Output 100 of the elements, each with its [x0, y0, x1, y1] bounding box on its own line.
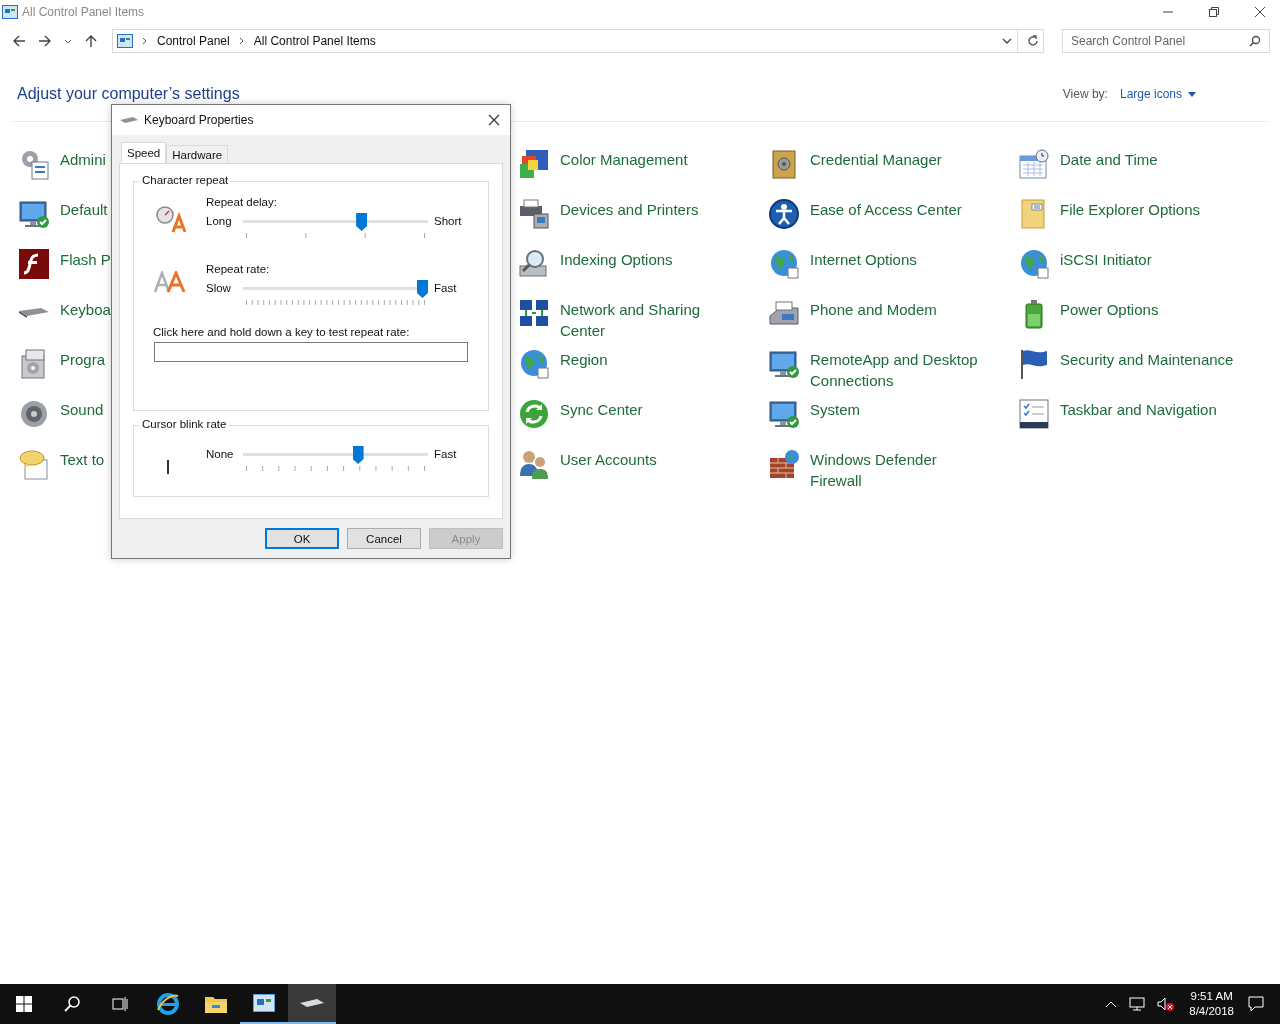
- slider-min-label: Long: [206, 215, 233, 227]
- control-panel-link[interactable]: Flash P: [60, 249, 111, 270]
- group-title: Cursor blink rate: [140, 418, 229, 430]
- control-panel-link[interactable]: Region: [560, 349, 608, 370]
- slider-thumb[interactable]: [356, 213, 368, 231]
- control-panel-icon: [2, 5, 18, 19]
- slider-thumb[interactable]: [352, 446, 364, 464]
- address-bar[interactable]: Control Panel All Control Panel Items: [112, 29, 1044, 53]
- dialog-button[interactable]: Cancel: [347, 528, 421, 549]
- font-icon: [154, 271, 186, 293]
- globe-icon: [1018, 248, 1050, 280]
- repeat-delay-slider[interactable]: [243, 215, 428, 241]
- caret-icon: [1188, 91, 1196, 97]
- refresh-icon[interactable]: [1027, 35, 1039, 47]
- color-squares-icon: [518, 148, 550, 180]
- view-by-label: View by:: [1062, 87, 1108, 101]
- globe-icon: [518, 348, 550, 380]
- control-panel-link[interactable]: Date and Time: [1060, 149, 1158, 170]
- cursor-blink-slider[interactable]: [243, 448, 428, 474]
- magnifier-icon: [518, 248, 550, 280]
- sync-icon: [518, 398, 550, 430]
- control-panel-link[interactable]: Admini: [60, 149, 106, 170]
- control-panel-link[interactable]: System: [810, 399, 860, 420]
- browser-e-icon: [156, 992, 180, 1016]
- group-title: Character repeat: [140, 174, 231, 186]
- dialog-title: Keyboard Properties: [144, 113, 254, 127]
- search-icon: [1249, 35, 1261, 47]
- control-panel-link[interactable]: File Explorer Options: [1060, 199, 1201, 220]
- back-arrow-icon[interactable]: [12, 34, 26, 48]
- breadcrumb[interactable]: All Control Panel Items: [253, 34, 376, 48]
- control-panel-link[interactable]: Default: [60, 199, 108, 220]
- monitor-icon: [18, 198, 50, 230]
- control-panel-link[interactable]: Keyboa: [60, 299, 111, 320]
- chevron-down-icon[interactable]: [1002, 37, 1012, 45]
- taskbar-clock[interactable]: 9:51 AM 8/4/2018: [1189, 989, 1234, 1019]
- control-panel-link[interactable]: Sync Center: [560, 399, 643, 420]
- control-panel-link[interactable]: Network and Sharing Center: [560, 299, 740, 341]
- clock-date: 8/4/2018: [1189, 1004, 1234, 1019]
- control-panel-link[interactable]: Sound: [60, 399, 104, 420]
- accessibility-icon: [768, 198, 800, 230]
- close-icon[interactable]: [1254, 6, 1266, 18]
- control-panel-icon: [117, 34, 133, 48]
- control-panel-link[interactable]: Power Options: [1060, 299, 1159, 320]
- close-icon[interactable]: [488, 114, 500, 126]
- speech-bubble-icon: [18, 448, 50, 480]
- clock-time: 9:51 AM: [1190, 989, 1233, 1004]
- control-panel-link[interactable]: Phone and Modem: [810, 299, 937, 320]
- keyboard-icon: [19, 308, 49, 318]
- slider-max-label: Fast: [434, 282, 457, 294]
- keyboard-icon: [120, 116, 138, 124]
- taskbar-app[interactable]: [288, 984, 336, 1024]
- control-panel-link[interactable]: Indexing Options: [560, 249, 673, 270]
- search-icon: [64, 996, 80, 1012]
- forward-arrow-icon[interactable]: [38, 34, 52, 48]
- control-panel-link[interactable]: Credential Manager: [810, 149, 942, 170]
- view-mode-dropdown[interactable]: Large icons: [1119, 87, 1196, 101]
- taskbar-settings-icon: [1018, 398, 1050, 430]
- printer-icon: [518, 198, 550, 230]
- text-cursor-icon: [166, 460, 170, 474]
- slider-thumb[interactable]: [417, 280, 428, 298]
- chevron-down-icon[interactable]: [64, 37, 72, 45]
- volume-muted-icon[interactable]: [1157, 997, 1176, 1011]
- breadcrumb[interactable]: Control Panel: [157, 34, 230, 48]
- calendar-clock-icon: [1018, 148, 1050, 180]
- chevron-right-icon: [142, 37, 148, 45]
- control-panel-link[interactable]: Windows Defender Firewall: [810, 449, 990, 491]
- control-panel-link[interactable]: Progra: [60, 349, 106, 370]
- brick-wall-icon: [768, 448, 800, 480]
- folder-icon: [204, 994, 228, 1014]
- task-view-icon: [112, 996, 128, 1012]
- search-field[interactable]: Search Control Panel: [1062, 29, 1270, 53]
- test-field-label: Click here and hold down a key to test repeat rate:: [153, 326, 411, 338]
- control-panel-link[interactable]: Ease of Access Center: [810, 199, 962, 220]
- slider-label: Repeat delay:: [206, 196, 278, 208]
- stopwatch-letter-icon: [154, 204, 186, 234]
- window-title: All Control Panel Items: [22, 5, 145, 19]
- slider-max-label: Fast: [434, 448, 457, 460]
- control-panel-link[interactable]: Devices and Printers: [560, 199, 699, 220]
- control-panel-link[interactable]: Text to: [60, 449, 105, 470]
- chevron-up-icon[interactable]: [1105, 1000, 1118, 1008]
- test-input-field[interactable]: [154, 342, 468, 362]
- control-panel-link[interactable]: Taskbar and Navigation: [1060, 399, 1217, 420]
- dialog-button[interactable]: OK: [265, 528, 339, 549]
- chevron-right-icon: [238, 37, 245, 45]
- notification-icon[interactable]: [1248, 996, 1264, 1012]
- repeat-rate-slider[interactable]: [243, 282, 428, 308]
- control-panel-link[interactable]: Color Management: [560, 149, 688, 170]
- control-panel-link[interactable]: Internet Options: [810, 249, 917, 270]
- network-icon[interactable]: [1129, 997, 1146, 1011]
- tab[interactable]: Speed: [121, 142, 167, 163]
- restore-icon[interactable]: [1208, 6, 1220, 18]
- tab[interactable]: Hardware: [166, 145, 229, 163]
- slider-min-label: None: [206, 448, 235, 460]
- up-arrow-icon[interactable]: [84, 34, 98, 48]
- control-panel-link[interactable]: iSCSI Initiator: [1060, 249, 1152, 270]
- flash-icon: [18, 248, 50, 280]
- control-panel-link[interactable]: Security and Maintenance: [1060, 349, 1234, 370]
- users-icon: [518, 448, 550, 480]
- control-panel-link[interactable]: RemoteApp and Desktop Connections: [810, 349, 990, 391]
- control-panel-link[interactable]: User Accounts: [560, 449, 657, 470]
